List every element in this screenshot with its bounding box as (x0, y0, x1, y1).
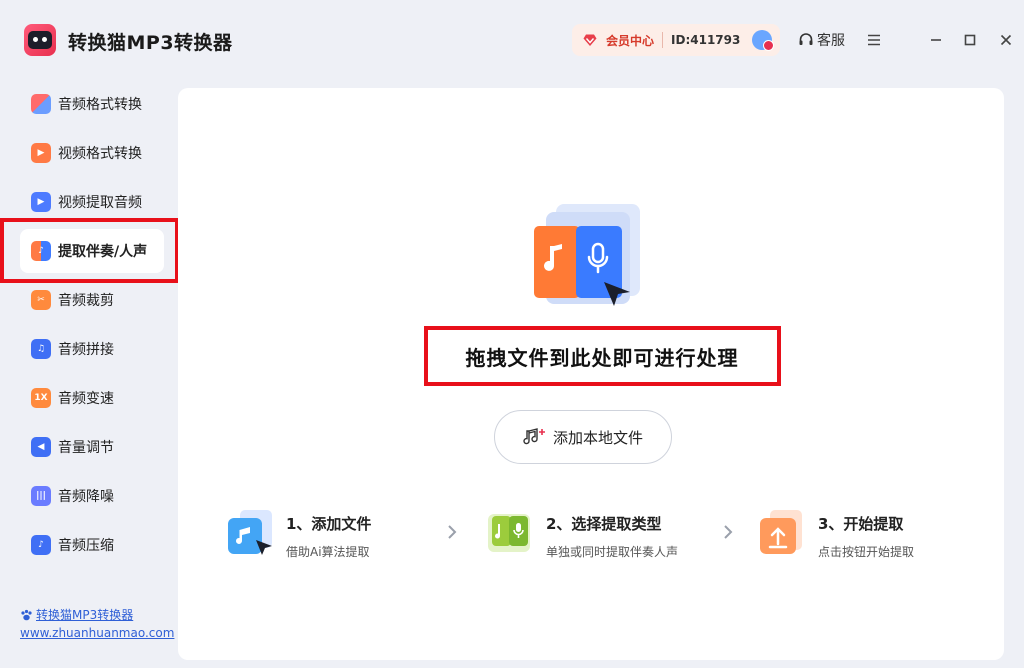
step-title: 1、添加文件 (286, 515, 372, 533)
sidebar-item-speed[interactable]: 1X 音频变速 (20, 376, 164, 420)
sidebar-item-compress[interactable]: ♪ 音频压缩 (20, 523, 164, 567)
headset-icon (799, 33, 813, 45)
diamond-heart-icon (583, 34, 597, 46)
customer-service-button[interactable]: 客服 (798, 30, 845, 50)
sidebar-item-label: 音频变速 (58, 391, 114, 407)
member-center-button[interactable]: 会员中心 ID:411793 (572, 24, 780, 56)
vocal-split-icon (488, 514, 530, 552)
sidebar-item-vocal-split[interactable]: ♪ 提取伴奏/人声 (20, 229, 164, 273)
step-start-extract: 3、开始提取 点击按钮开始提取 (758, 508, 914, 560)
sidebar-item-audio-merge[interactable]: ♫ 音频拼接 (20, 327, 164, 371)
sidebar-item-audio-convert[interactable]: 音频格式转换 (20, 82, 164, 126)
step-title: 3、开始提取 (818, 515, 904, 533)
sidebar-item-video-convert[interactable]: ▶ 视频格式转换 (20, 131, 164, 175)
step-select-type: 2、选择提取类型 单独或同时提取伴奏人声 (486, 508, 678, 560)
title-bar: 转换猫MP3转换器 会员中心 ID:411793 客服 (0, 0, 1024, 80)
step-description: 点击按钮开始提取 (818, 545, 915, 559)
divider (662, 32, 664, 48)
volume-icon: ◀ (31, 437, 51, 457)
sidebar-item-label: 音频拼接 (58, 342, 114, 358)
app-logo (24, 24, 56, 56)
sidebar-item-label: 音频降噪 (58, 489, 114, 505)
video-convert-icon: ▶ (31, 143, 51, 163)
step-description: 单独或同时提取伴奏人声 (546, 545, 679, 559)
add-music-file-icon (523, 428, 545, 445)
denoise-icon: ||| (31, 486, 51, 506)
compress-icon: ♪ (31, 535, 51, 555)
chevron-right-icon (724, 525, 733, 539)
audio-cut-icon: ✂ (31, 290, 51, 310)
step-add-file: 1、添加文件 借助Ai算法提取 (226, 508, 371, 560)
sidebar-item-label: 音频格式转换 (58, 97, 142, 113)
vocal-split-icon: ♪ (31, 241, 51, 261)
sidebar-item-video-extract[interactable]: ▶ 视频提取音频 (20, 180, 164, 224)
add-local-file-label: 添加本地文件 (552, 428, 643, 447)
sidebar-item-volume[interactable]: ◀ 音量调节 (20, 425, 164, 469)
customer-service-label: 客服 (817, 33, 845, 49)
audio-merge-icon: ♫ (31, 339, 51, 359)
drop-hint-text: 拖拽文件到此处即可进行处理 (465, 345, 739, 370)
music-file-icon (228, 510, 272, 555)
user-avatar[interactable] (752, 30, 774, 51)
sidebar-item-audio-cut[interactable]: ✂ 音频裁剪 (20, 278, 164, 322)
app-title: 转换猫MP3转换器 (68, 32, 233, 54)
video-extract-icon: ▶ (31, 192, 51, 212)
step-description: 借助Ai算法提取 (286, 545, 370, 559)
user-id: ID:411793 (671, 33, 741, 47)
sidebar-item-label: 视频格式转换 (58, 146, 142, 162)
upload-icon (760, 510, 802, 554)
chevron-right-icon (448, 525, 457, 539)
close-icon[interactable] (994, 28, 1018, 52)
member-center-label: 会员中心 (606, 33, 655, 48)
step-title: 2、选择提取类型 (546, 515, 662, 533)
minimize-icon[interactable] (924, 28, 948, 52)
maximize-icon[interactable] (958, 28, 982, 52)
audio-convert-icon (31, 94, 51, 114)
sidebar: 音频格式转换 ▶ 视频格式转换 ▶ 视频提取音频 ♪ 提取伴奏/人声 ✂ 音频裁… (0, 80, 178, 668)
brand-link[interactable]: 转换猫MP3转换器 (20, 606, 133, 623)
audio-vocal-split-illustration (534, 204, 640, 306)
sidebar-item-label: 视频提取音频 (58, 195, 142, 211)
paw-icon (21, 609, 32, 620)
sidebar-item-label: 音频裁剪 (58, 293, 114, 309)
website-link[interactable]: www.zhuanhuanmao.com (20, 626, 174, 640)
sidebar-item-label: 音频压缩 (58, 538, 114, 554)
menu-icon[interactable] (862, 28, 886, 52)
sidebar-item-denoise[interactable]: ||| 音频降噪 (20, 474, 164, 518)
drop-zone[interactable]: 拖拽文件到此处即可进行处理 添加本地文件 1、添加文件 借助Ai算法提取 2、选… (178, 88, 1004, 660)
sidebar-item-label: 提取伴奏/人声 (58, 244, 148, 260)
speed-icon: 1X (31, 388, 51, 408)
sidebar-item-label: 音量调节 (58, 440, 114, 456)
brand-link-label: 转换猫MP3转换器 (36, 608, 134, 622)
add-local-file-button[interactable]: 添加本地文件 (494, 410, 672, 464)
